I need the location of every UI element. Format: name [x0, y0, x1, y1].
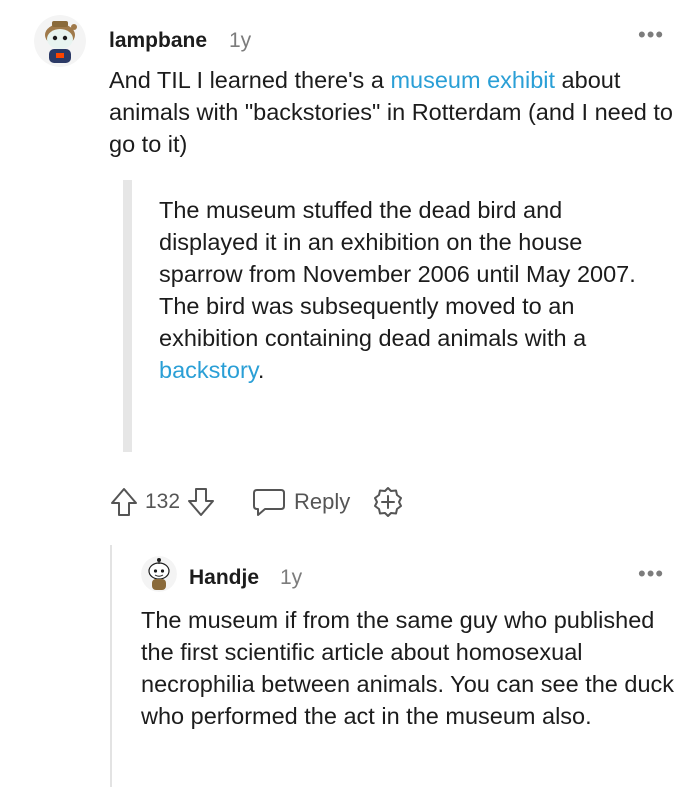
backstory-link[interactable]: backstory — [159, 357, 258, 383]
quote-text: The museum stuffed the dead bird and dis… — [159, 197, 636, 351]
user-avatar[interactable] — [34, 15, 86, 67]
more-options-button[interactable]: ••• — [638, 561, 664, 587]
upvote-arrow-icon — [111, 488, 137, 516]
vote-count: 132 — [145, 490, 181, 513]
comment-body: And TIL I learned there's a museum exhib… — [109, 64, 679, 160]
award-plus-icon — [374, 487, 403, 517]
comment-text: And TIL I learned there's a — [109, 67, 391, 93]
award-button[interactable] — [372, 486, 404, 518]
snoo-avatar-icon — [141, 556, 177, 592]
quote-text: . — [257, 357, 265, 383]
comment-body: The museum if from the same guy who publ… — [141, 607, 675, 729]
comment-author[interactable]: Handje — [189, 566, 259, 590]
speech-bubble-icon — [253, 489, 286, 516]
downvote-arrow-icon — [188, 488, 215, 516]
reply-button[interactable]: Reply — [252, 487, 350, 517]
blockquote-text: The museum stuffed the dead bird and dis… — [159, 194, 659, 386]
comment-age: 1y — [229, 29, 252, 52]
comment-lampbane: lampbane 1y ••• And TIL I learned there'… — [0, 0, 700, 540]
more-options-button[interactable]: ••• — [638, 22, 664, 48]
blockquote-bar — [123, 180, 132, 452]
museum-exhibit-link[interactable]: museum exhibit — [390, 67, 555, 93]
thread-line[interactable] — [110, 545, 112, 787]
reply-label: Reply — [294, 489, 351, 514]
snoo-avatar-icon — [34, 15, 86, 67]
comment-actions: 132 Reply — [109, 484, 404, 520]
upvote-button[interactable] — [109, 486, 139, 518]
comment-age: 1y — [280, 566, 303, 589]
user-avatar[interactable] — [141, 556, 177, 592]
comment-author[interactable]: lampbane — [109, 29, 207, 53]
downvote-button[interactable] — [186, 486, 216, 518]
